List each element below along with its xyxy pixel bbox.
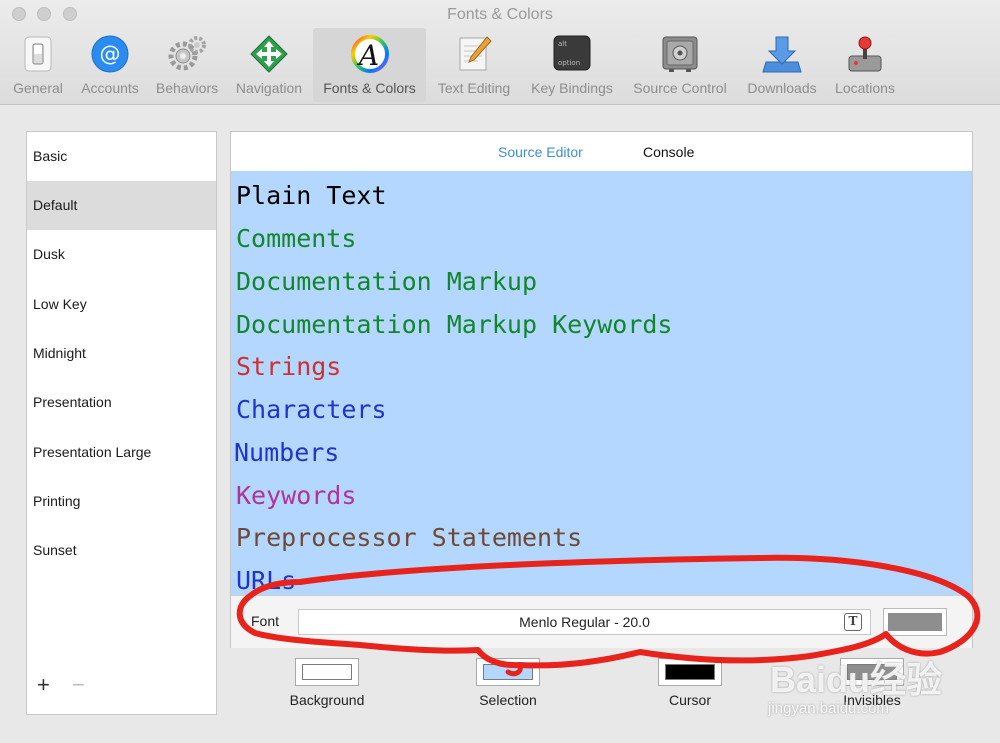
baidu-watermark: Baidu经验 (770, 659, 943, 700)
preferences-window: Fonts & Colors General @ Accounts Behavi… (0, 0, 1000, 743)
red-annotation-scribble (236, 554, 981, 677)
baidu-watermark-url: jingyan.baidu.com (768, 700, 889, 717)
